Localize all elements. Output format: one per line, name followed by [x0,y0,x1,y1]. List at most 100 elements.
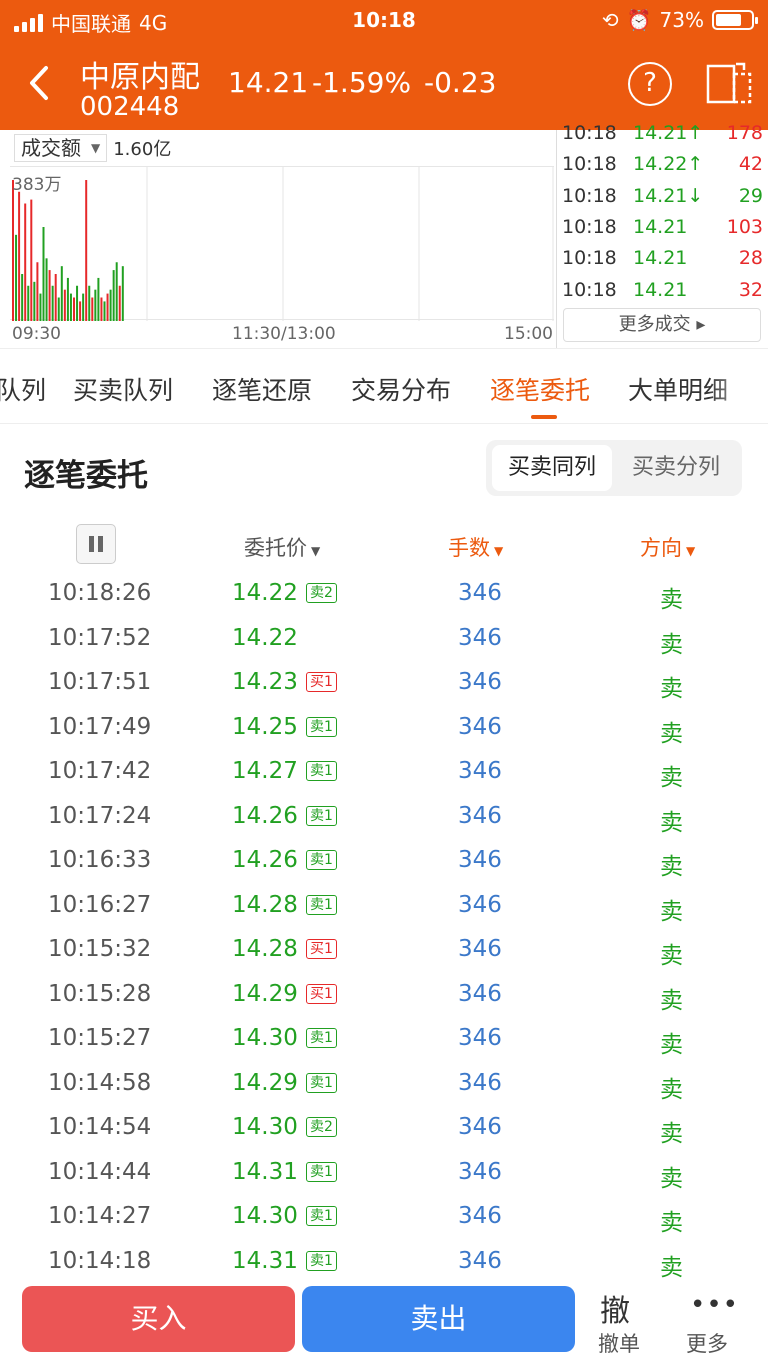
order-row: 10:15:28 14.29 买1 346 卖 [0,981,768,1025]
volume-bar [103,301,106,321]
order-direction: 卖 [660,809,683,836]
tab-trade-distribution[interactable]: 交易分布 [351,371,451,407]
view-mode-toggle: 买卖同列 买卖分列 [486,440,742,496]
volume-bar [88,285,91,321]
order-row: 10:15:27 14.30 卖1 346 卖 [0,1025,768,1069]
order-volume: 346 [458,847,502,873]
buy-button[interactable]: 买入 [22,1286,295,1352]
volume-bar [36,262,39,321]
tab-tick-restore[interactable]: 逐笔还原 [212,371,312,407]
trade-time: 10:18 [562,122,617,144]
volume-chart: 成交额 ▼ 1.60亿 383万 09:30 11:30/13:00 15:00 [0,130,556,348]
volume-bar [27,285,30,321]
queue-position-badge: 卖1 [306,894,337,915]
order-price: 14.22 [232,624,298,651]
trade-row: 10:18 14.21↑ 178 [557,122,768,153]
order-row: 10:16:33 14.26 卖1 346 卖 [0,847,768,891]
stock-name: 中原内配 [80,60,200,95]
volume-bar [12,180,14,321]
volume-column-header[interactable]: 手数 ▼ [448,532,503,562]
volume-bar [39,293,42,321]
volume-bar [45,258,48,321]
volume-bar [94,289,97,321]
order-volume: 346 [458,713,502,740]
recent-trades-panel: 10:18 14.21↑ 178 10:18 14.22↑ 42 10:18 14.21↓ 29… [556,122,768,348]
trade-row: 10:18 14.21 28 [557,247,768,278]
queue-position-badge: 卖1 [306,850,337,870]
trade-row: 10:18 14.22↑ 42 [557,153,768,184]
volume-bars [12,167,554,321]
stock-change: -0.23 [424,66,497,99]
order-time: 10:17:51 [48,669,152,695]
order-price: 14.29 [232,1069,298,1096]
metric-dropdown[interactable]: 成交额 ▼ [14,134,108,162]
order-price: 14.28 [232,891,298,918]
order-volume: 346 [458,580,502,606]
chevron-down-icon: ▼ [91,141,101,155]
order-direction: 卖 [660,854,683,880]
volume-bar [115,262,118,321]
order-time: 10:17:52 [48,624,152,651]
order-volume: 346 [458,980,502,1007]
order-volume: 346 [458,802,502,829]
order-row: 10:14:54 14.30 卖2 346 卖 [0,1114,768,1158]
trade-time: 10:18 [562,278,617,301]
order-row: 10:15:32 14.28 买1 346 卖 [0,936,768,980]
volume-bar [60,266,63,321]
volume-bar [82,293,85,321]
tab-bid-ask-queue[interactable]: 买卖队列 [73,371,173,407]
same-column-option[interactable]: 买卖同列 [492,445,612,491]
order-time: 10:14:54 [48,1114,152,1140]
volume-bar [51,285,54,321]
more-dots-icon[interactable]: ••• [690,1290,739,1320]
order-time: 10:14:18 [48,1247,152,1274]
more-label[interactable]: 更多 [686,1328,728,1358]
cancel-order-label[interactable]: 撤单 [598,1328,640,1358]
order-row: 10:17:24 14.26 卖1 346 卖 [0,803,768,847]
price-column-header[interactable]: 委托价 ▼ [244,532,320,562]
order-row: 10:14:27 14.30 卖1 346 卖 [0,1203,768,1247]
split-column-option[interactable]: 买卖分列 [616,445,736,491]
order-price: 14.27 [232,758,298,784]
order-volume: 346 [458,758,502,784]
trade-price: 14.22↑ [633,153,704,176]
order-row: 10:14:58 14.29 卖1 346 卖 [0,1070,768,1114]
order-volume: 346 [458,891,502,918]
volume-bar [30,199,33,321]
order-volume: 346 [458,1025,502,1051]
trade-price: 14.21 [633,215,688,238]
trade-volume: 29 [738,184,763,207]
volume-bar [97,277,100,321]
order-price: 14.22 [232,580,298,606]
order-price: 14.30 [232,1025,298,1051]
switch-layout-icon[interactable] [706,60,752,104]
queue-position-badge: 卖2 [306,1117,337,1137]
order-time: 10:18:26 [48,580,152,606]
order-volume: 346 [458,1247,502,1274]
trade-volume: 28 [738,247,763,270]
direction-column-header[interactable]: 方向 ▼ [640,532,695,562]
order-direction: 卖 [660,1165,683,1192]
pause-icon[interactable] [76,524,116,564]
cancel-order-icon[interactable]: 撤 [600,1286,630,1330]
order-direction: 卖 [660,943,683,969]
order-direction: 卖 [660,1254,683,1281]
volume-bar [109,289,112,321]
volume-bar [24,203,27,321]
order-price: 14.30 [232,1114,298,1140]
order-time: 10:14:27 [48,1203,152,1229]
order-row: 10:18:26 14.22 卖2 346 卖 [0,580,768,624]
order-row: 10:17:52 14.22 346 卖 [0,625,768,669]
tab-tick-orders[interactable]: 逐笔委托 [490,371,590,407]
volume-bar [54,274,57,321]
back-arrow-icon[interactable] [26,62,50,111]
volume-bar [121,266,124,321]
more-trades-button[interactable]: 更多成交 ▸ [563,308,761,342]
queue-position-badge: 卖1 [306,1072,337,1093]
stock-change-pct: -1.59% [312,66,412,99]
volume-bar [63,289,66,321]
order-price: 14.28 [232,936,298,962]
help-icon[interactable]: ? [628,62,672,106]
sell-button[interactable]: 卖出 [302,1286,575,1352]
tab-queue[interactable]: 队列 [0,371,46,407]
